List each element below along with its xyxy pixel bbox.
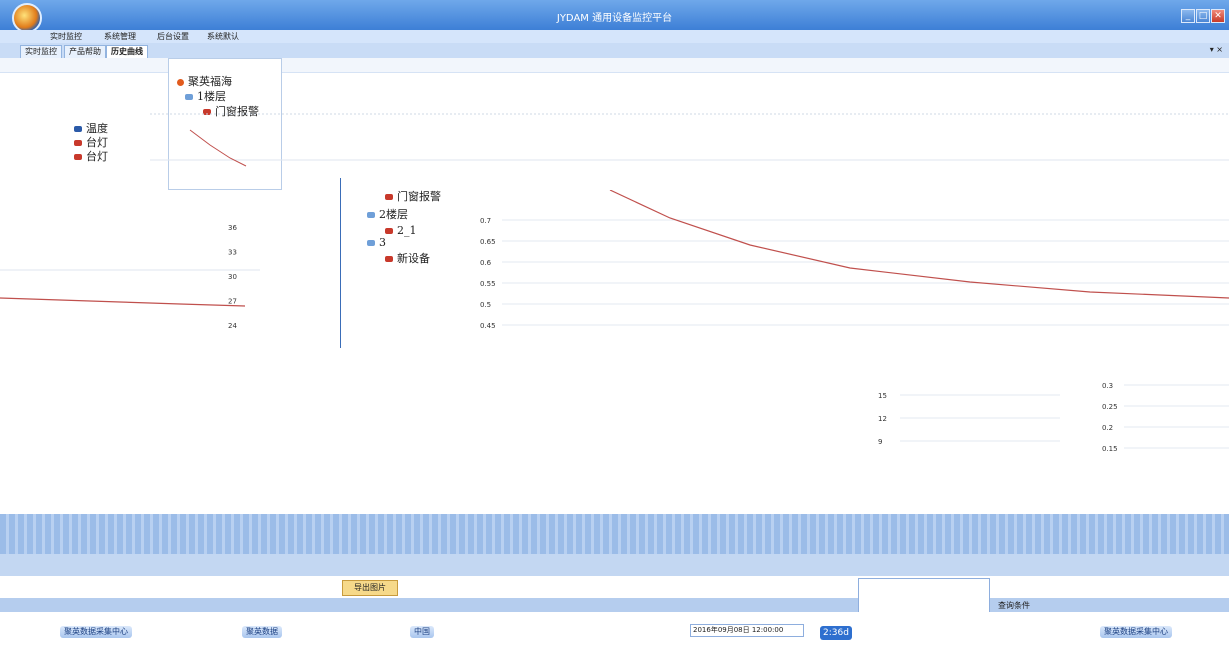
left-chart-tick-label: 36 <box>228 224 237 232</box>
date-time-field[interactable]: 2016年09月08日 12:00:00 <box>690 624 804 637</box>
lower-right-chart-tick-label: 0.15 <box>1102 445 1118 453</box>
right-chart-tick-label: 0.45 <box>480 322 496 330</box>
tree-node-label: 台灯 <box>86 150 108 163</box>
lower-mid-chart-tick-label: 12 <box>878 415 887 423</box>
tree-node-root[interactable]: 聚英福海 <box>177 73 232 89</box>
lower-mid-chart: 15 12 9 <box>878 392 1060 446</box>
tab-realtime[interactable]: 实时监控 <box>20 45 62 58</box>
tree-node-lamp-2[interactable]: 台灯 <box>74 148 108 164</box>
tree-node-label: 新设备 <box>397 252 430 265</box>
right-chart-tick-label: 0.55 <box>480 280 496 288</box>
menu-backend-settings[interactable]: 后台设置 <box>157 31 189 42</box>
title-bar: JYDAM 通用设备监控平台 _ □ ✕ <box>0 0 1229 33</box>
menu-system-manage[interactable]: 系统管理 <box>104 31 136 42</box>
minimize-button[interactable]: _ <box>1181 9 1195 23</box>
tree-node-3[interactable]: 3 <box>367 236 386 249</box>
right-chart-series <box>609 190 1229 299</box>
home-icon <box>74 126 82 132</box>
left-chart: 36 33 30 27 24 <box>0 224 260 330</box>
tree-node-floor-2[interactable]: 2楼层 <box>367 206 408 222</box>
tree-node-label: 3 <box>379 236 386 249</box>
left-chart-tick-label: 27 <box>228 298 237 306</box>
device-icon <box>385 194 393 200</box>
device-icon <box>385 228 393 234</box>
top-chart-series <box>189 129 247 167</box>
legend-strip <box>0 514 1229 554</box>
tab-controls[interactable]: ▾ × <box>1210 45 1223 54</box>
menu-realtime[interactable]: 实时监控 <box>50 31 82 42</box>
time-badge: 2:36d <box>820 626 852 640</box>
tree-node-label: 2楼层 <box>379 208 408 221</box>
root-icon <box>177 78 184 86</box>
right-chart-tick-label: 0.65 <box>480 238 496 246</box>
close-button[interactable]: ✕ <box>1211 9 1225 23</box>
tab-history-curve[interactable]: 历史曲线 <box>106 45 148 58</box>
tree-node-label: 聚英福海 <box>188 75 232 88</box>
lower-mid-chart-tick-label: 9 <box>878 438 882 446</box>
lower-right-chart-tick-label: 0.2 <box>1102 424 1113 432</box>
floor-icon <box>367 212 375 218</box>
tab-strip: 实时监控 产品帮助 历史曲线 ▾ × <box>0 43 1229 59</box>
taskbar-item-collector-2[interactable]: 聚英数据采集中心 <box>1100 626 1172 638</box>
lower-mid-chart-tick-label: 15 <box>878 392 887 400</box>
left-chart-tick-label: 24 <box>228 322 237 330</box>
right-chart-tick-label: 0.5 <box>480 301 491 309</box>
query-conditions-label: 查询条件 <box>998 601 1030 610</box>
export-image-button[interactable]: 导出图片 <box>342 580 398 596</box>
left-chart-tick-label: 30 <box>228 273 237 281</box>
device-icon <box>385 256 393 262</box>
lower-toolbar <box>0 554 1229 576</box>
tab-product-help[interactable]: 产品帮助 <box>64 45 106 58</box>
tree-node-new-device[interactable]: 新设备 <box>385 250 430 266</box>
window-title: JYDAM 通用设备监控平台 <box>556 13 673 24</box>
taskbar: 聚英数据采集中心 聚英数据 中国 2016年09月08日 12:00:00 2:… <box>0 612 1229 645</box>
tree-node-door-alarm-2[interactable]: 门窗报警 <box>385 188 441 204</box>
right-chart: 0.7 0.65 0.6 0.55 0.5 0.45 <box>480 190 1229 330</box>
taskbar-item-data[interactable]: 聚英数据 <box>242 626 282 638</box>
menu-bar: 实时监控 系统管理 后台设置 系统默认 <box>0 30 1229 43</box>
right-chart-tick-label: 0.7 <box>480 217 491 225</box>
device-icon <box>74 154 82 160</box>
top-chart <box>150 113 1229 167</box>
tree-node-label: 门窗报警 <box>397 190 441 203</box>
lower-right-chart-tick-label: 0.3 <box>1102 382 1113 390</box>
left-chart-series <box>0 297 246 307</box>
maximize-button[interactable]: □ <box>1196 9 1210 23</box>
tree-node-label: 2_1 <box>397 224 417 237</box>
tree-node-2-1[interactable]: 2_1 <box>385 224 417 237</box>
taskbar-item-collector[interactable]: 聚英数据采集中心 <box>60 626 132 638</box>
device-icon <box>74 140 82 146</box>
left-chart-tick-label: 33 <box>228 249 237 257</box>
lower-right-chart-tick-label: 0.25 <box>1102 403 1118 411</box>
bottom-strip <box>0 598 1229 612</box>
menu-system-default[interactable]: 系统默认 <box>207 31 239 42</box>
taskbar-item-china[interactable]: 中国 <box>410 626 434 638</box>
floor-icon <box>367 240 375 246</box>
lower-right-chart: 0.3 0.25 0.2 0.15 <box>1102 382 1229 453</box>
right-chart-tick-label: 0.6 <box>480 259 492 267</box>
device-tree-panel-2: 门窗报警 2楼层 2_1 3 新设备 <box>340 178 467 348</box>
